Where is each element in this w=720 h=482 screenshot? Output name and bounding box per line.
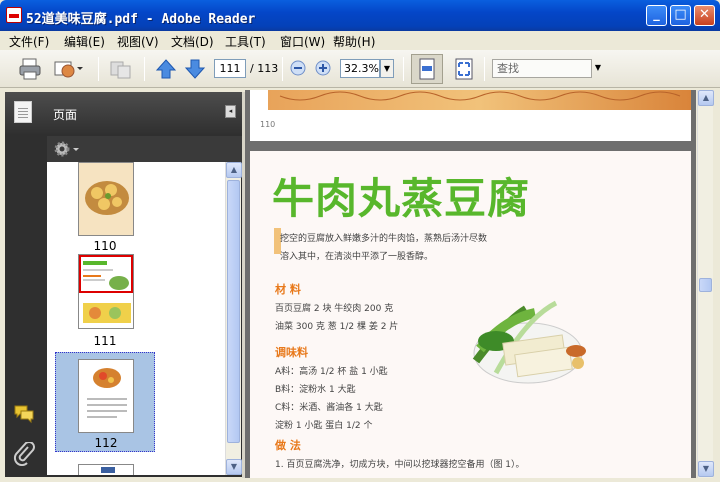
menu-window[interactable]: 窗口(W) — [280, 33, 325, 50]
thumbnail-112-selected[interactable]: 112 — [55, 352, 155, 452]
thumbnail-list: 110 111 112 — [47, 162, 225, 475]
title-bar: 52道美味豆腐.pdf - Adobe Reader _ □ ✕ — [0, 0, 720, 31]
thumbnail-110[interactable] — [78, 162, 134, 236]
thumbnail-112[interactable] — [78, 359, 134, 433]
page-total: / 113 — [250, 62, 279, 75]
ingredients-photo — [472, 300, 586, 384]
next-page-icon[interactable] — [183, 57, 207, 81]
toolbar: 111 / 113 32.3% ▼ 查找 ▼ — [0, 50, 720, 88]
search-input[interactable]: 查找 — [492, 59, 592, 78]
thumbnail-113[interactable] — [78, 464, 134, 475]
panel-options-bar — [47, 136, 242, 162]
pdf-app-icon — [6, 7, 22, 23]
fit-width-icon[interactable] — [411, 54, 443, 84]
document-scrollbar[interactable]: ▲ ▼ — [697, 90, 714, 478]
fit-page-icon[interactable] — [452, 57, 476, 81]
scroll-up-icon[interactable]: ▲ — [226, 162, 242, 178]
ingredients-heading: 材 料 — [275, 283, 301, 296]
thumbnail-112-label: 112 — [94, 436, 118, 450]
thumbnail-scrollbar[interactable]: ▲ ▼ — [225, 162, 242, 475]
gear-icon[interactable] — [53, 140, 83, 158]
intro-line-2: 溶入其中，在清淡中平添了一股香醇。 — [280, 252, 434, 262]
seasoning-line: B料：淀粉水 1 大匙 — [275, 385, 356, 395]
doc-scrollbar-thumb[interactable] — [699, 278, 712, 292]
ingredients-line: 油菜 300 克 葱 1/2 棵 姜 2 片 — [275, 322, 399, 332]
minimize-button[interactable]: _ — [646, 5, 667, 26]
method-step: 1. 百页豆腐洗净，切成方块，中间以挖球器挖空备用（图 1）。 — [275, 460, 525, 470]
print-icon[interactable] — [18, 57, 42, 81]
attachments-icon[interactable] — [13, 441, 35, 469]
menu-edit[interactable]: 编辑(E) — [64, 33, 105, 50]
zoom-in-icon[interactable] — [315, 60, 331, 76]
scroll-down-icon[interactable]: ▼ — [226, 459, 242, 475]
zoom-out-icon[interactable] — [290, 60, 306, 76]
menu-file[interactable]: 文件(F) — [9, 33, 49, 50]
comments-icon[interactable] — [13, 404, 35, 427]
thumbnail-111[interactable] — [78, 254, 134, 329]
ingredients-line: 百页豆腐 2 块 牛绞肉 200 克 — [275, 304, 394, 314]
zoom-level-input[interactable]: 32.3% — [340, 59, 380, 78]
scrollbar-thumb[interactable] — [227, 180, 240, 443]
doc-scroll-up-icon[interactable]: ▲ — [698, 90, 714, 106]
intro-line-1: 挖空的豆腐放入鲜嫩多汁的牛肉馅，蒸熟后汤汁尽数 — [280, 234, 488, 244]
pages-panel-header: 页面 ◂ — [5, 92, 242, 134]
seasoning-line: C料：米酒、酱油各 1 大匙 — [275, 403, 383, 413]
page-110: 110 — [250, 90, 691, 141]
visible-area-box[interactable] — [79, 255, 133, 293]
navigation-panel: 页面 ◂ 110 111 112 ▲ ▼ — [5, 92, 242, 477]
page-111: 牛肉丸蒸豆腐 挖空的豆腐放入鲜嫩多汁的牛肉馅，蒸熟后汤汁尽数 溶入其中，在清淡中… — [250, 151, 691, 478]
document-view: 110 牛肉丸蒸豆腐 挖空的豆腐放入鲜嫩多汁的牛肉馅，蒸熟后汤汁尽数 溶入其中，… — [245, 90, 696, 478]
seasoning-heading: 调味料 — [275, 346, 308, 359]
close-button[interactable]: ✕ — [694, 5, 715, 26]
menu-help[interactable]: 帮助(H) — [333, 33, 375, 50]
thumbnail-111-label: 111 — [93, 334, 117, 348]
previous-page-icon[interactable] — [154, 57, 178, 81]
maximize-button[interactable]: □ — [670, 5, 691, 26]
sync-icon[interactable] — [108, 57, 132, 81]
doc-scroll-down-icon[interactable]: ▼ — [698, 461, 714, 477]
zoom-dropdown-icon[interactable]: ▼ — [380, 59, 394, 78]
seasoning-line: 淀粉 1 小匙 蛋白 1/2 个 — [275, 421, 373, 431]
menu-view[interactable]: 视图(V) — [117, 33, 159, 50]
collapse-panel-icon[interactable]: ◂ — [225, 105, 236, 118]
page-number-input[interactable]: 111 — [214, 59, 246, 78]
method-heading: 做 法 — [275, 439, 301, 452]
pages-panel-title: 页面 — [53, 108, 78, 122]
pages-icon[interactable] — [14, 101, 32, 123]
menu-bar: 文件(F) 编辑(E) 视图(V) 文档(D) 工具(T) 窗口(W) 帮助(H… — [0, 31, 720, 50]
adobe-reader-window: 52道美味豆腐.pdf - Adobe Reader _ □ ✕ 文件(F) 编… — [0, 0, 720, 482]
page-110-number: 110 — [260, 120, 276, 129]
email-icon[interactable] — [53, 57, 83, 81]
thumbnail-110-label: 110 — [93, 239, 117, 253]
window-title: 52道美味豆腐.pdf - Adobe Reader — [26, 12, 256, 27]
seasoning-line: A料：高汤 1/2 杯 盐 1 小匙 — [275, 367, 388, 377]
search-dropdown-icon[interactable]: ▼ — [592, 59, 604, 78]
recipe-title: 牛肉丸蒸豆腐 — [272, 174, 531, 223]
menu-tools[interactable]: 工具(T) — [225, 33, 266, 50]
menu-document[interactable]: 文档(D) — [171, 33, 214, 50]
